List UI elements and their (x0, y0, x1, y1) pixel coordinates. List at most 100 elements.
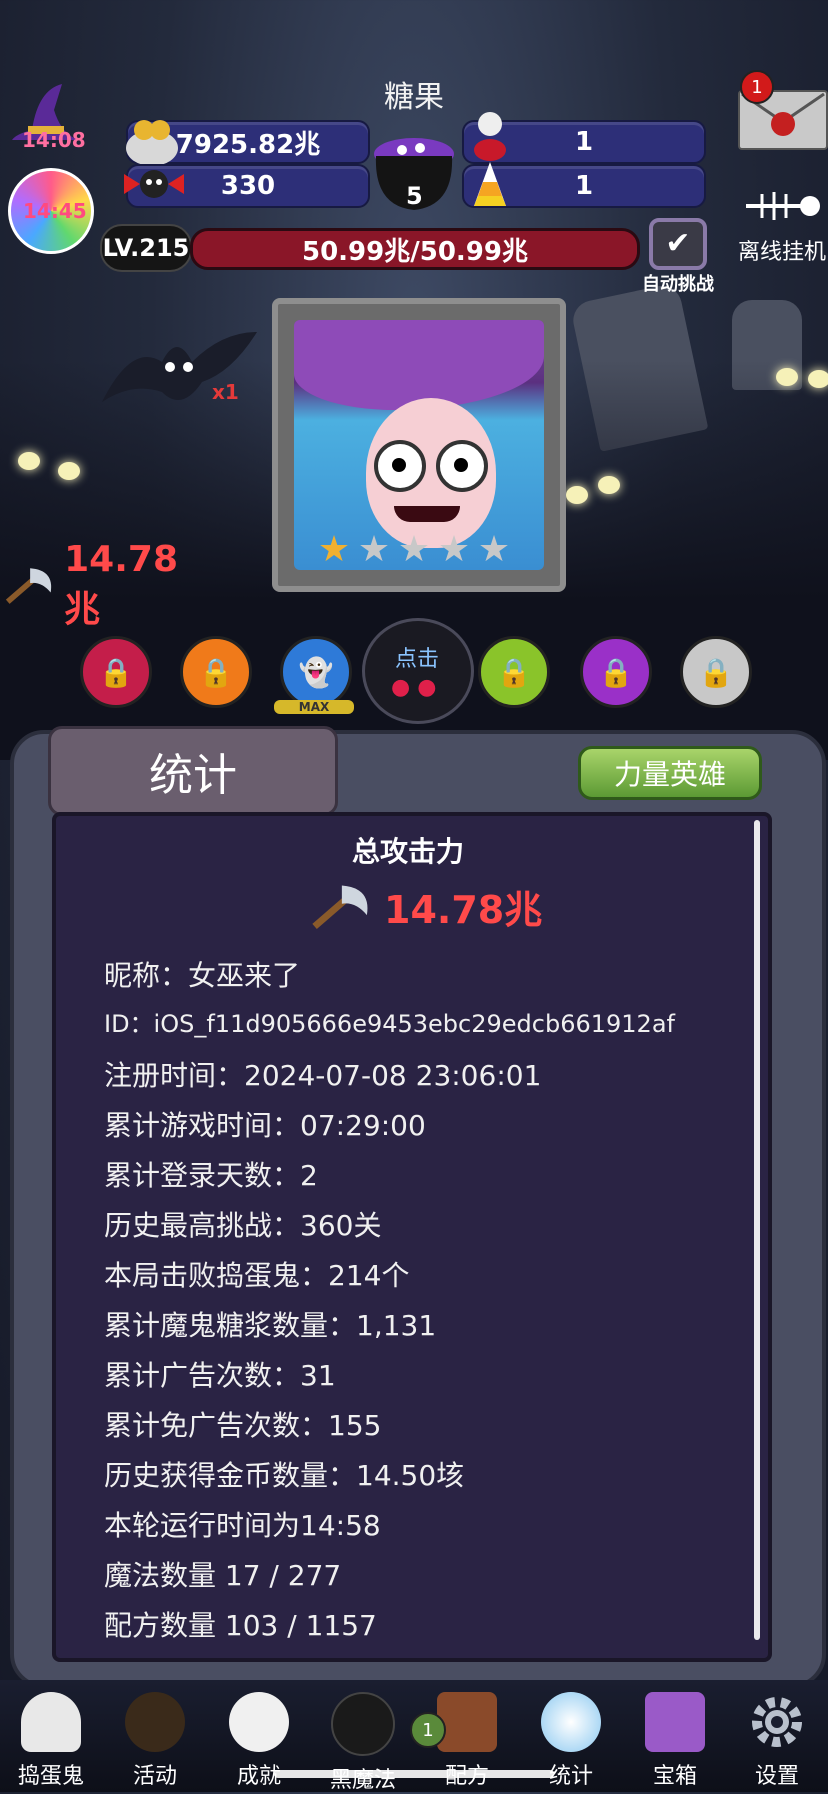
total-attack-readout: 14.78兆 (310, 878, 570, 934)
lock-icon: 🔒 (98, 655, 134, 689)
hp-text: 50.99兆/50.99兆 (302, 236, 528, 267)
skull-trophy-icon (229, 1692, 289, 1752)
stat-ad-free: 累计免广告次数：155 (104, 1409, 382, 1442)
recipe-badge-text: 1 (422, 1719, 434, 1741)
axe-icon (5, 568, 52, 604)
hero-slot-blue[interactable]: 👻 (280, 636, 352, 708)
lock-icon: 🔒 (698, 655, 734, 689)
stat-id: ID：iOS_f11d905666e9453ebc29edcb661912af (104, 1010, 675, 1038)
star-empty-icon: ★ (437, 529, 471, 570)
stat-register-time: 注册时间：2024-07-08 23:06:01 (104, 1059, 542, 1092)
hero-slot-selected[interactable]: 点击 ● ● (362, 618, 474, 724)
potion-skull-icon (466, 108, 514, 162)
star-empty-icon: ★ (477, 529, 511, 570)
gold-value: 7925.82兆 (175, 129, 321, 160)
hero-slot-locked[interactable]: 🔒 (680, 636, 752, 708)
level-badge: LV.215 (100, 224, 192, 272)
stat-run-time: 本轮运行时间为14:58 (104, 1509, 381, 1542)
devil-icon (331, 1692, 395, 1756)
star-empty-icon: ★ (397, 529, 431, 570)
checkbox-icon: ✔ (649, 218, 707, 270)
stat-syrup: 累计魔鬼糖浆数量：1,131 (104, 1309, 437, 1342)
auto-challenge-label: 自动挑战 (642, 274, 714, 295)
potion-value: 1 (574, 127, 594, 157)
nav-label: 活动 (132, 1764, 177, 1789)
hero-portrait[interactable]: ★ ★ ★ ★ ★ (272, 298, 566, 592)
cauldron-count: 5 (406, 182, 423, 210)
ghost-face-icon: 👻 (298, 655, 334, 689)
witch-hat-brim (294, 320, 544, 410)
eye-left (374, 440, 426, 492)
fish-bone-icon (746, 192, 820, 220)
auto-challenge-toggle[interactable]: ✔ 自动挑战 (640, 218, 716, 295)
ghost-icon (21, 1692, 81, 1752)
candy-timer-text: 14:45 (23, 199, 87, 223)
cauldron[interactable]: 5 (364, 120, 464, 216)
gear-icon (747, 1692, 807, 1752)
mouth (394, 506, 460, 522)
max-label: MAX (274, 700, 354, 714)
glowing-eye (566, 486, 588, 504)
hero-slot-locked[interactable]: 🔒 (80, 636, 152, 708)
level-text: LV.215 (102, 234, 190, 262)
stat-recipe-count: 配方数量 103 / 1157 (104, 1609, 377, 1642)
nav-label: 捣蛋鬼 (17, 1764, 84, 1789)
stat-best-stage: 历史最高挑战：360关 (104, 1209, 382, 1242)
hero-slot-locked[interactable]: 🔒 (580, 636, 652, 708)
axe-icon (312, 885, 368, 930)
tab-stats[interactable]: 统计 (48, 726, 338, 816)
nav-prankster[interactable]: 捣蛋鬼 (4, 1688, 98, 1789)
nav-settings[interactable]: 设置 (730, 1688, 824, 1789)
stat-nickname: 昵称：女巫来了 (104, 959, 301, 992)
candy-corn-icon (472, 160, 508, 208)
nav-activity[interactable]: 活动 (108, 1688, 202, 1789)
total-attack-value: 14.78兆 (384, 887, 543, 932)
recipe-book-icon (437, 1692, 497, 1752)
offline-label: 离线挂机 (737, 240, 826, 265)
candy-corn-value: 1 (574, 171, 594, 201)
skull-candy-value: 330 (220, 171, 276, 201)
page-title: 糖果 (384, 80, 444, 115)
lollipop-timer[interactable]: 14:45 (8, 168, 94, 254)
hero-slot-locked[interactable]: 🔒 (180, 636, 252, 708)
recipe-badge: 1 (410, 1712, 446, 1748)
mail-badge-text: 1 (751, 76, 763, 98)
strength-hero-button[interactable]: 力量英雄 (578, 746, 762, 800)
witch-hat-timer[interactable]: 14:08 (2, 80, 90, 154)
nav-label: 宝箱 (652, 1764, 697, 1789)
attack-value: 14.78兆 (64, 538, 178, 630)
glowing-eye (808, 370, 828, 388)
eye-right (436, 440, 488, 492)
devil-eyes-icon: ● ● (391, 675, 437, 700)
stat-kills: 本局击败捣蛋鬼：214个 (104, 1259, 410, 1292)
scrollbar[interactable] (754, 820, 760, 1640)
bat-multiplier: x1 (212, 380, 239, 404)
home-indicator (274, 1770, 554, 1778)
strength-hero-label: 力量英雄 (613, 758, 726, 791)
hp-bar: 50.99兆/50.99兆 (190, 228, 640, 270)
star-filled-icon: ★ (317, 529, 351, 570)
glowing-eye (58, 462, 80, 480)
glowing-eye (598, 476, 620, 494)
nav-label: 设置 (754, 1764, 799, 1789)
total-attack-title: 总攻击力 (351, 835, 464, 868)
nav-label: 黑魔法 (329, 1768, 396, 1793)
glowing-eye (18, 452, 40, 470)
stat-login-days: 累计登录天数：2 (104, 1159, 318, 1192)
gold-bag-icon (122, 112, 182, 168)
max-text: MAX (298, 700, 330, 714)
gift-chest-icon (645, 1692, 705, 1752)
bat-icon (102, 332, 257, 402)
hero-slot-locked[interactable]: 🔒 (478, 636, 550, 708)
mail-badge: 1 (740, 70, 774, 104)
nav-chest[interactable]: 宝箱 (628, 1688, 722, 1789)
tap-hint: 点击 (395, 647, 440, 672)
lock-icon: 🔒 (198, 655, 234, 689)
glowing-eye (776, 368, 798, 386)
eyeball-pot-icon (125, 1692, 185, 1752)
stat-magic-count: 魔法数量 17 / 277 (104, 1559, 342, 1592)
skull-candy-icon (122, 166, 186, 202)
bat-enemy[interactable]: x1 (92, 312, 262, 422)
offline-button[interactable]: 离线挂机 (736, 186, 828, 265)
stat-gold-earned: 历史获得金币数量：14.50垓 (104, 1459, 465, 1492)
